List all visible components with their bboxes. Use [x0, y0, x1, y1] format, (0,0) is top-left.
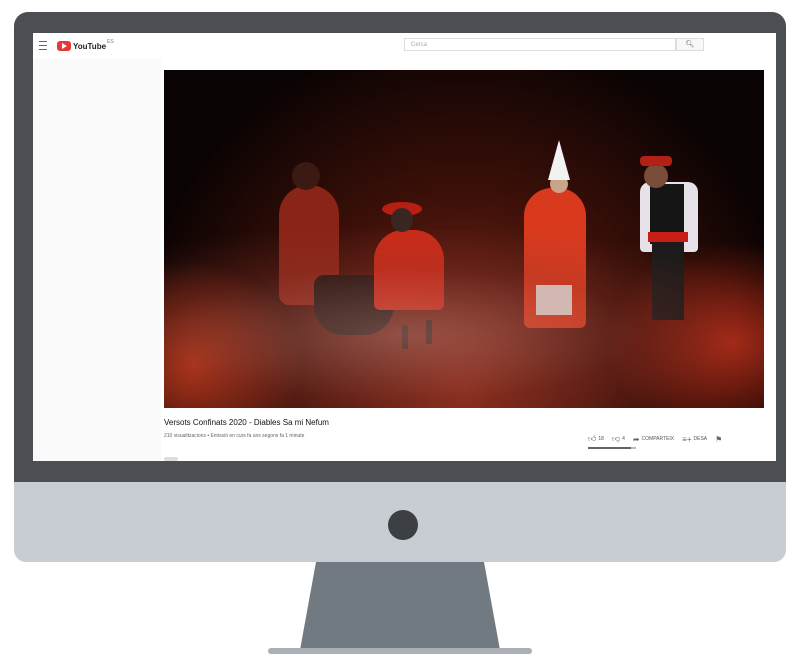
playlist-add-icon: ≡+	[682, 434, 692, 444]
share-button[interactable]: ➦ COMPARTEIX	[633, 435, 674, 444]
video-player[interactable]	[164, 70, 764, 408]
sentiment-bar-fill	[588, 447, 632, 449]
search-icon: 🔍︎	[685, 41, 695, 48]
sentiment-bar	[588, 447, 636, 449]
like-button[interactable]: 👍︎ 18	[588, 434, 604, 444]
dislike-count: 4	[622, 436, 625, 442]
search-button[interactable]: 🔍︎	[676, 38, 704, 51]
screen: YouTube ES Cerca 🔍︎ Versots Confinats 20…	[33, 33, 776, 461]
save-button[interactable]: ≡+ DESA	[682, 435, 707, 444]
monitor-stand-foot	[268, 648, 532, 654]
menu-icon[interactable]	[39, 41, 47, 50]
thumb-up-icon: 👍︎	[588, 434, 597, 443]
save-label: DESA	[693, 436, 708, 442]
man-cap	[640, 156, 672, 166]
video-actions: 👍︎ 18 👎︎ 4 ➦ COMPARTEIX ≡+ DESA ⚑	[588, 433, 732, 445]
channel-row-hint	[164, 457, 178, 461]
like-count: 18	[598, 436, 604, 442]
top-bar: YouTube ES Cerca 🔍︎	[33, 33, 776, 59]
flag-button[interactable]: ⚑	[715, 435, 724, 444]
video-title: Versots Confinats 2020 - Diables Sa mi N…	[164, 418, 329, 427]
witch-head	[391, 208, 413, 232]
sidebar	[33, 59, 161, 461]
thumb-down-icon: 👎︎	[611, 434, 621, 443]
share-icon: ➦	[632, 434, 640, 444]
logo-region: ES	[107, 39, 114, 45]
dislike-button[interactable]: 👎︎ 4	[612, 434, 625, 444]
monitor-stand	[300, 562, 500, 650]
monitor-logo-dot	[388, 510, 418, 540]
flag-icon: ⚑	[715, 434, 723, 444]
search-placeholder: Cerca	[411, 42, 428, 48]
video-meta: 210 visualitzacions • Emissió en curs fa…	[164, 433, 305, 439]
search-input[interactable]: Cerca	[404, 38, 676, 51]
share-label: COMPARTEIX	[641, 436, 675, 442]
youtube-logo[interactable]: YouTube ES	[57, 39, 114, 53]
bishop-mitre	[548, 140, 570, 180]
logo-text: YouTube	[73, 41, 107, 51]
smoke-fog	[164, 230, 764, 408]
youtube-play-icon	[57, 41, 71, 51]
man-head	[644, 164, 668, 188]
devil-head	[292, 162, 320, 190]
